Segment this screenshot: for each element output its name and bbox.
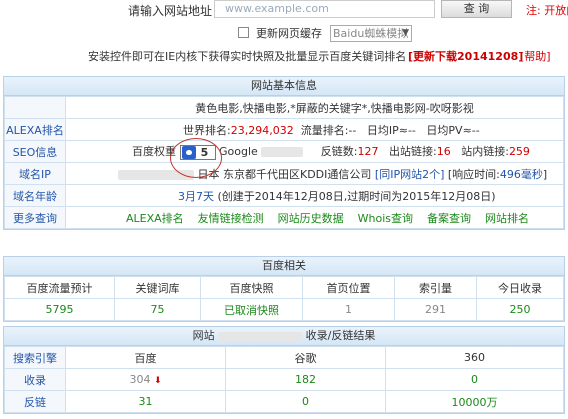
options-row: 更新网页缓存 Baidu蜘蛛模拟 ▼: [0, 25, 568, 43]
alexa-cell: 世界排名:23,294,032 流量排名:-- 日均IP≈-- 日均PV≈--: [65, 118, 564, 141]
results-header: 百度: [65, 346, 226, 369]
baidu-value-row: 5795 75 已取消快照 1 291 250: [4, 298, 564, 321]
arrow-down-icon: ⬇: [153, 376, 162, 386]
query-button[interactable]: 查 询: [441, 0, 512, 18]
baidu-title: 百度相关: [4, 257, 564, 276]
results-google-value[interactable]: 182: [225, 368, 386, 391]
response-value: 496毫秒: [499, 167, 543, 181]
search-bar: 请输入网站地址： www.example.com 查 询 注: 开放内: [0, 0, 568, 20]
baidu-value: 5795: [4, 298, 115, 321]
baidu-value: 250: [476, 298, 564, 321]
results-header: 360: [385, 346, 564, 369]
more-label: 更多查询: [4, 206, 66, 229]
ip-location: 日本 东京都千代田区KDDI通信公司: [197, 167, 372, 181]
age-detail: (创建于2014年12月08日,过期时间为2015年12月08日): [217, 189, 496, 203]
url-input[interactable]: www.example.com: [214, 0, 435, 18]
site-redacted: [218, 331, 303, 341]
more-link-rank[interactable]: 网站排名: [485, 212, 529, 225]
ip-label: 域名IP: [4, 162, 66, 185]
site-title: 黄色电影,快播电影,*屏蔽的关键字*,快播电影网-吹呀影视: [65, 96, 564, 119]
install-bar: 安装控件即可在IE内核下获得实时快照及批量显示百度关键词排名 [更新下载2014…: [0, 48, 568, 64]
results-title-suffix: 收录/反链结果: [305, 329, 376, 342]
more-link-alexa[interactable]: ALEXA排名: [126, 212, 184, 225]
alexa-label: ALEXA排名: [4, 118, 66, 141]
traffic-rank: 流量排名:--: [300, 123, 357, 137]
results-google-value[interactable]: 0: [225, 390, 386, 413]
baidu-header: 关键词库: [114, 276, 201, 299]
baidu-header: 首页位置: [302, 276, 395, 299]
baidu-table: 百度流量预计 关键词库 百度快照 首页位置 索引量 今日收录 5795 75 已…: [4, 276, 564, 321]
results-baidu-cell: 304 ⬇: [65, 368, 226, 391]
results-header-row: 搜索引擎 百度 谷歌 360: [4, 346, 564, 369]
age-value: 3月7天: [178, 189, 214, 203]
results-row-label: 反链: [4, 390, 66, 413]
response-end: ]: [542, 167, 548, 181]
daily-pv: 日均PV≈--: [426, 123, 480, 137]
spider-select-value: Baidu蜘蛛模拟: [333, 27, 409, 40]
baidu-header-row: 百度流量预计 关键词库 百度快照 首页位置 索引量 今日收录: [4, 276, 564, 299]
response-label: [响应时间:: [447, 167, 500, 181]
basic-info-title: 网站基本信息: [4, 77, 564, 96]
highlight-circle: [170, 138, 222, 178]
internal-label: 站内链接:: [461, 145, 509, 159]
baidu-header: 百度快照: [200, 276, 303, 299]
backlinks-value: 127: [357, 145, 379, 159]
same-ip-link[interactable]: [同IP网站2个]: [375, 168, 444, 181]
baidu-header: 百度流量预计: [4, 276, 115, 299]
results-baidu-value[interactable]: 31: [65, 390, 226, 413]
download-link[interactable]: [更新下载20141208]: [408, 48, 523, 64]
baidu-value: 291: [394, 298, 477, 321]
google-pr-redacted: [261, 147, 304, 158]
spider-select[interactable]: Baidu蜘蛛模拟 ▼: [330, 25, 412, 42]
ip-cell: 日本 东京都千代田区KDDI通信公司 [同IP网站2个] [响应时间:496毫秒…: [65, 162, 564, 185]
baidu-value: 1: [302, 298, 395, 321]
baidu-header: 今日收录: [476, 276, 564, 299]
results-header: 搜索引擎: [4, 346, 66, 369]
results-row: 收录 304 ⬇ 182 0: [4, 368, 564, 391]
more-link-friendlinks[interactable]: 友情链接检测: [198, 212, 264, 225]
results-table: 搜索引擎 百度 谷歌 360 收录 304 ⬇ 182 0 反链 31 0 10…: [4, 346, 564, 413]
results-panel: 网站 收录/反链结果 搜索引擎 百度 谷歌 360 收录 304 ⬇ 182 0…: [3, 326, 565, 414]
baidu-header: 索引量: [394, 276, 477, 299]
help-link[interactable]: [帮助]: [520, 48, 551, 64]
results-360-value[interactable]: 10000万: [385, 390, 564, 413]
more-link-history[interactable]: 网站历史数据: [278, 212, 344, 225]
more-link-icp[interactable]: 备案查询: [427, 212, 471, 225]
results-row-label: 收录: [4, 368, 66, 391]
age-cell: 3月7天 (创建于2014年12月08日,过期时间为2015年12月08日): [65, 184, 564, 207]
update-cache-checkbox[interactable]: [238, 27, 249, 38]
baidu-value: 75: [114, 298, 201, 321]
results-baidu-value[interactable]: 304: [129, 373, 150, 386]
internal-value: 259: [508, 145, 530, 159]
chevron-down-icon: ▼: [402, 28, 409, 38]
url-label: 请输入网站地址：: [128, 4, 225, 18]
update-cache-label: 更新网页缓存: [256, 27, 322, 40]
results-header: 谷歌: [225, 346, 386, 369]
basic-info-panel: 网站基本信息 黄色电影,快播电影,*屏蔽的关键字*,快播电影网-吹呀影视 ALE…: [3, 76, 565, 230]
backlinks-label: 反链数:: [320, 145, 358, 159]
results-360-value[interactable]: 0: [385, 368, 564, 391]
basic-info-table: 黄色电影,快播电影,*屏蔽的关键字*,快播电影网-吹呀影视 ALEXA排名 世界…: [4, 96, 564, 229]
world-rank-value: 23,294,032: [230, 123, 294, 137]
outbound-label: 出站链接:: [389, 145, 437, 159]
more-link-whois[interactable]: Whois查询: [358, 212, 413, 225]
age-label: 域名年龄: [4, 184, 66, 207]
site-title-label-cell: [4, 96, 66, 119]
daily-ip: 日均IP≈--: [366, 123, 416, 137]
world-rank-label: 世界排名:: [183, 123, 231, 137]
google-label: Google: [219, 145, 258, 159]
more-cell: ALEXA排名 友情链接检测 网站历史数据 Whois查询 备案查询 网站排名: [65, 206, 564, 229]
install-text: 安装控件即可在IE内核下获得实时快照及批量显示百度关键词排名: [88, 50, 407, 63]
outbound-value: 16: [436, 145, 451, 159]
baidu-panel: 百度相关 百度流量预计 关键词库 百度快照 首页位置 索引量 今日收录 5795…: [3, 256, 565, 322]
seo-label: SEO信息: [4, 140, 66, 163]
baidu-value[interactable]: 已取消快照: [200, 298, 303, 321]
results-title: 网站 收录/反链结果: [4, 327, 564, 346]
results-title-prefix: 网站: [192, 329, 215, 342]
results-row: 反链 31 0 10000万: [4, 390, 564, 413]
note-text: 注: 开放内: [526, 4, 568, 17]
seo-cell: 百度权重 5 Google 反链数:127 出站链接:16 站内链接:259: [65, 140, 564, 163]
